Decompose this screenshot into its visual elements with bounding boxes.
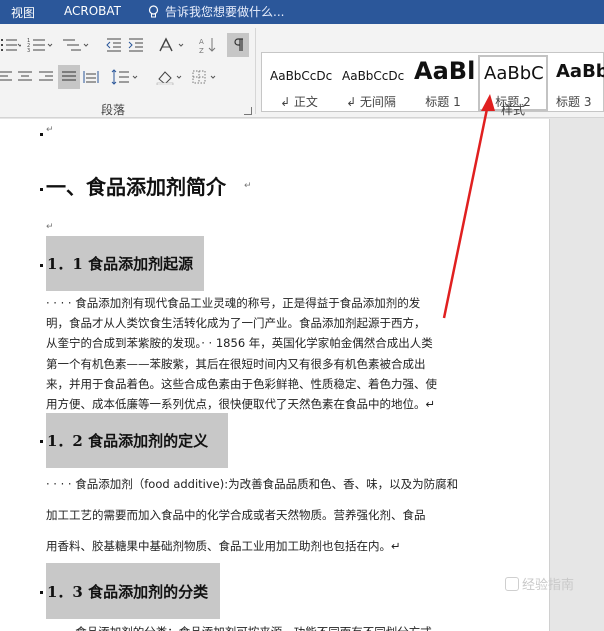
- align-center-button[interactable]: [16, 66, 34, 88]
- text-line: 来，并用于食品着色。这些合成色素由于色彩鲜艳、性质稳定、着色力强、使: [46, 376, 437, 391]
- style-normal[interactable]: AaBbCcDc ↲ 正文: [264, 55, 334, 111]
- paragraph-bullet: [40, 188, 43, 191]
- style-sample: AaBbCcDc: [342, 69, 405, 83]
- section-body-origin[interactable]: · · · · 食品添加剂有现代食品工业灵魂的称号，正是得益于食品添加剂的发 明…: [46, 293, 464, 414]
- text-line: 从奎宁的合成到苯紫胺的发现。· · 1856 年，英国化学家帕金偶然合成出人类: [46, 336, 433, 351]
- paragraph-bullet: [40, 591, 43, 594]
- shading-button[interactable]: [154, 66, 186, 88]
- ribbon: 123 AZ 段落 AaBbCcDc ↲ 正文 AaBbCcDc ↲ 无间隔 A…: [0, 24, 604, 118]
- asian-layout-button[interactable]: [156, 34, 188, 56]
- justify-button[interactable]: [58, 65, 80, 89]
- style-sample: AaBl: [414, 57, 476, 85]
- section-heading-classification[interactable]: 1．3 食品添加剂的分类: [46, 563, 220, 619]
- align-right-button[interactable]: [37, 66, 55, 88]
- group-separator: [255, 28, 256, 114]
- document-margin-area: [549, 119, 604, 631]
- numbering-button[interactable]: 123: [26, 34, 56, 56]
- style-name: 标题 1: [425, 95, 461, 109]
- text-line: · · · · 食品添加剂有现代食品工业灵魂的称号，正是得益于食品添加剂的发: [46, 296, 421, 310]
- section-heading-text: 1．1 食品添加剂起源: [47, 255, 194, 273]
- text-line: 加工工艺的需要而加入食品中的化学合成或者天然物质。营养强化剂、食品: [46, 508, 426, 522]
- style-sample: AaBb: [556, 61, 604, 82]
- styles-group-label: 样式: [501, 103, 526, 117]
- paragraph-mark: ↵: [46, 125, 54, 135]
- tell-me-placeholder: 告诉我您想要做什么...: [165, 5, 285, 19]
- heading-1[interactable]: 一、食品添加剂简介: [46, 171, 226, 200]
- svg-text:A: A: [199, 38, 204, 46]
- decrease-indent-button[interactable]: [104, 34, 124, 56]
- lightbulb-icon: [148, 4, 159, 19]
- distributed-button[interactable]: [82, 66, 100, 88]
- style-heading-1[interactable]: AaBl 标题 1: [408, 55, 478, 111]
- watermark: 经验指南: [505, 574, 574, 593]
- paragraph-bullet: [40, 440, 43, 443]
- paragraph-mark: ↵: [244, 181, 252, 191]
- svg-text:Z: Z: [199, 47, 204, 54]
- style-name: ↲ 正文: [280, 95, 318, 109]
- tab-view[interactable]: 视图: [11, 4, 35, 21]
- section-body-classification[interactable]: · · · · 食品添加剂的分类：食品添加剂可按来源、功能不同而有不同划分方式。: [46, 622, 464, 631]
- text-line: 第一个有机色素——苯胺紫，其后在很短时间内又有很多有机色素被合成出: [46, 356, 426, 371]
- tell-me-box[interactable]: 告诉我您想要做什么...: [148, 3, 284, 20]
- style-sample: AaBbC: [484, 63, 544, 84]
- text-line: · · · · 食品添加剂的分类：食品添加剂可按来源、功能不同而有不同划分方式。: [46, 622, 464, 631]
- bullets-button[interactable]: [0, 34, 22, 56]
- style-no-spacing[interactable]: AaBbCcDc ↲ 无间隔: [336, 55, 406, 111]
- align-left-button[interactable]: [0, 66, 14, 88]
- paragraph-bullet: [40, 264, 43, 267]
- svg-text:3: 3: [27, 48, 30, 53]
- increase-indent-button[interactable]: [126, 34, 146, 56]
- watermark-logo-icon: [505, 576, 519, 591]
- style-sample: AaBbCcDc: [270, 69, 333, 83]
- style-name: ↲ 无间隔: [346, 95, 396, 109]
- paragraph-mark: ↵: [46, 222, 54, 232]
- sort-button[interactable]: AZ: [198, 34, 218, 56]
- style-name: 标题 3: [556, 95, 592, 109]
- show-hide-marks-button[interactable]: [227, 33, 249, 57]
- section-body-definition[interactable]: · · · · 食品添加剂（food additive):为改善食品品质和色、香…: [46, 469, 464, 562]
- style-heading-3[interactable]: AaBb 标题 3: [550, 55, 604, 111]
- section-heading-text: 1．3 食品添加剂的分类: [47, 582, 209, 601]
- text-line: 用方便、成本低廉等一系列优点，很快便取代了天然色素在食品中的地位。↵: [46, 396, 436, 411]
- text-line: 用香料、胶基糖果中基础剂物质、食品工业用加工助剂也包括在内。↵: [46, 539, 401, 553]
- text-line: · · · · 食品添加剂（food additive):为改善食品品质和色、香…: [46, 477, 459, 491]
- section-heading-origin[interactable]: 1．1 食品添加剂起源: [46, 236, 204, 291]
- section-heading-definition[interactable]: 1．2 食品添加剂的定义: [46, 413, 228, 468]
- text-line: 明，食品才从人类饮食生活转化成为了一门产业。食品添加剂起源于西方，: [46, 316, 426, 331]
- paragraph-group-label: 段落: [101, 103, 126, 117]
- paragraph-bullet: [40, 133, 43, 136]
- paragraph-dialog-launcher[interactable]: [244, 107, 252, 115]
- style-gallery: AaBbCcDc ↲ 正文 AaBbCcDc ↲ 无间隔 AaBl 标题 1 A…: [261, 52, 604, 112]
- borders-button[interactable]: [190, 66, 220, 88]
- watermark-text: 经验指南: [522, 578, 575, 593]
- tab-acrobat[interactable]: ACROBAT: [64, 4, 121, 18]
- multilevel-list-button[interactable]: [60, 34, 92, 56]
- section-heading-text: 1．2 食品添加剂的定义: [47, 432, 209, 450]
- ribbon-tab-bar: 视图 ACROBAT 告诉我您想要做什么...: [0, 0, 604, 24]
- line-spacing-button[interactable]: [110, 66, 142, 88]
